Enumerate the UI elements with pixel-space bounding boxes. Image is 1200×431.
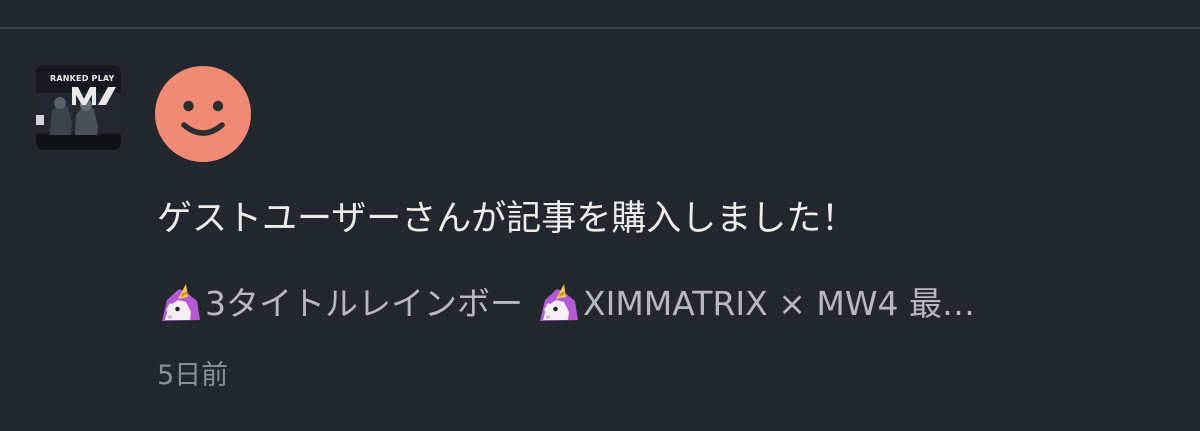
thumbnail-label: RANKED PLAY [50,74,115,83]
unicorn-emoji-icon [157,282,205,326]
unicorn-emoji-icon [535,282,583,326]
title-ellipsis: … [941,284,975,323]
notification-timestamp: 5日前 [157,360,229,391]
notification-message: ゲストユーザーさんが記事を購入しました！ [157,199,857,239]
article-title-link[interactable]: 3タイトルレインボー XIMMATRIX × MW4 最 … [157,282,1147,326]
smiley-face-icon[interactable] [155,66,251,162]
article-thumbnail[interactable]: RANKED PLAY [36,65,121,150]
article-title-part-2: XIMMATRIX × MW4 最 [583,284,942,323]
article-title-part-1: 3タイトルレインボー [205,284,523,323]
purchase-notification-item[interactable]: RANKED PLAY ゲストユーザーさんが記事を購入しました！ 3タイトルレイ… [0,29,1200,431]
